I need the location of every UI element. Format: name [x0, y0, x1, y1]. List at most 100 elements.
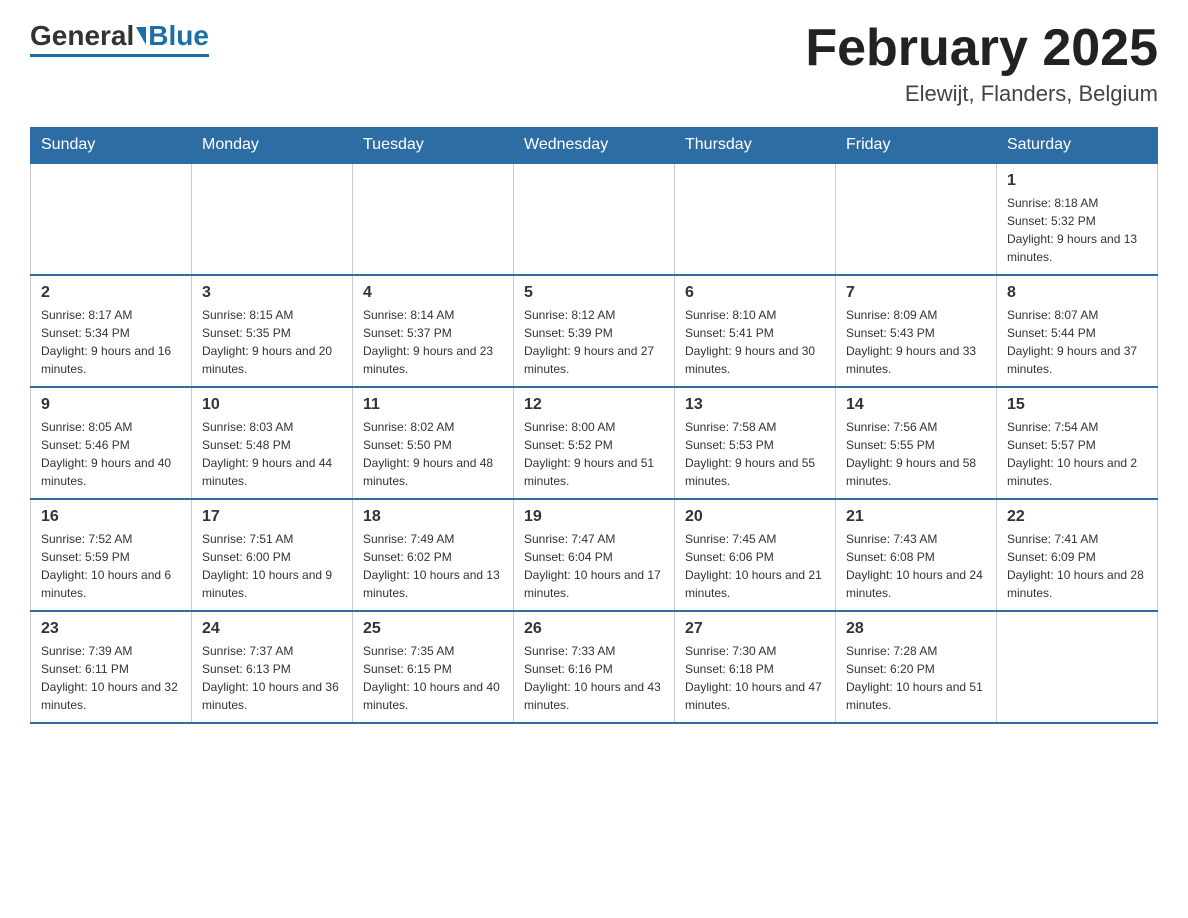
title-section: February 2025 Elewijt, Flanders, Belgium — [805, 20, 1158, 107]
day-number: 13 — [685, 396, 825, 414]
logo-blue-text: Blue — [148, 20, 209, 52]
calendar-day-header: Monday — [192, 128, 353, 164]
calendar-day-header: Sunday — [31, 128, 192, 164]
day-info: Sunrise: 8:18 AMSunset: 5:32 PMDaylight:… — [1007, 194, 1147, 266]
day-info: Sunrise: 8:10 AMSunset: 5:41 PMDaylight:… — [685, 306, 825, 378]
calendar-cell — [836, 163, 997, 275]
calendar-header-row: SundayMondayTuesdayWednesdayThursdayFrid… — [31, 128, 1158, 164]
day-info: Sunrise: 8:02 AMSunset: 5:50 PMDaylight:… — [363, 418, 503, 490]
day-number: 15 — [1007, 396, 1147, 414]
day-info: Sunrise: 7:35 AMSunset: 6:15 PMDaylight:… — [363, 642, 503, 714]
day-info: Sunrise: 7:47 AMSunset: 6:04 PMDaylight:… — [524, 530, 664, 602]
day-info: Sunrise: 7:37 AMSunset: 6:13 PMDaylight:… — [202, 642, 342, 714]
calendar-cell: 28 Sunrise: 7:28 AMSunset: 6:20 PMDayligh… — [836, 611, 997, 723]
day-info: Sunrise: 8:03 AMSunset: 5:48 PMDaylight:… — [202, 418, 342, 490]
day-info: Sunrise: 8:05 AMSunset: 5:46 PMDaylight:… — [41, 418, 181, 490]
calendar-cell: 19 Sunrise: 7:47 AMSunset: 6:04 PMDayligh… — [514, 499, 675, 611]
calendar-cell — [997, 611, 1158, 723]
calendar-cell: 2 Sunrise: 8:17 AMSunset: 5:34 PMDaylight… — [31, 275, 192, 387]
calendar-cell: 1Sunrise: 8:18 AMSunset: 5:32 PMDaylight… — [997, 163, 1158, 275]
calendar-cell: 11 Sunrise: 8:02 AMSunset: 5:50 PMDayligh… — [353, 387, 514, 499]
day-info: Sunrise: 8:17 AMSunset: 5:34 PMDaylight:… — [41, 306, 181, 378]
calendar-cell: 10 Sunrise: 8:03 AMSunset: 5:48 PMDayligh… — [192, 387, 353, 499]
day-info: Sunrise: 8:00 AMSunset: 5:52 PMDaylight:… — [524, 418, 664, 490]
day-number: 21 — [846, 508, 986, 526]
month-title: February 2025 — [805, 20, 1158, 77]
calendar-week-row: 9 Sunrise: 8:05 AMSunset: 5:46 PMDaylight… — [31, 387, 1158, 499]
day-number: 14 — [846, 396, 986, 414]
day-info: Sunrise: 7:43 AMSunset: 6:08 PMDaylight:… — [846, 530, 986, 602]
calendar-cell: 4Sunrise: 8:14 AMSunset: 5:37 PMDaylight… — [353, 275, 514, 387]
day-number: 12 — [524, 396, 664, 414]
calendar-cell: 17 Sunrise: 7:51 AMSunset: 6:00 PMDayligh… — [192, 499, 353, 611]
day-info: Sunrise: 8:15 AMSunset: 5:35 PMDaylight:… — [202, 306, 342, 378]
day-number: 23 — [41, 620, 181, 638]
day-info: Sunrise: 8:14 AMSunset: 5:37 PMDaylight:… — [363, 306, 503, 378]
calendar-cell: 14 Sunrise: 7:56 AMSunset: 5:55 PMDayligh… — [836, 387, 997, 499]
day-info: Sunrise: 7:52 AMSunset: 5:59 PMDaylight:… — [41, 530, 181, 602]
calendar-cell: 26 Sunrise: 7:33 AMSunset: 6:16 PMDayligh… — [514, 611, 675, 723]
day-number: 8 — [1007, 284, 1147, 302]
day-info: Sunrise: 7:30 AMSunset: 6:18 PMDaylight:… — [685, 642, 825, 714]
day-number: 28 — [846, 620, 986, 638]
day-info: Sunrise: 7:51 AMSunset: 6:00 PMDaylight:… — [202, 530, 342, 602]
day-info: Sunrise: 7:39 AMSunset: 6:11 PMDaylight:… — [41, 642, 181, 714]
day-info: Sunrise: 7:28 AMSunset: 6:20 PMDaylight:… — [846, 642, 986, 714]
calendar-cell — [353, 163, 514, 275]
calendar-cell: 7 Sunrise: 8:09 AMSunset: 5:43 PMDaylight… — [836, 275, 997, 387]
logo: General Blue — [30, 20, 209, 57]
logo-triangle-icon — [136, 27, 146, 45]
calendar-day-header: Thursday — [675, 128, 836, 164]
day-number: 25 — [363, 620, 503, 638]
day-number: 9 — [41, 396, 181, 414]
day-info: Sunrise: 7:45 AMSunset: 6:06 PMDaylight:… — [685, 530, 825, 602]
day-number: 11 — [363, 396, 503, 414]
calendar-cell — [514, 163, 675, 275]
day-number: 2 — [41, 284, 181, 302]
day-info: Sunrise: 8:09 AMSunset: 5:43 PMDaylight:… — [846, 306, 986, 378]
day-number: 7 — [846, 284, 986, 302]
day-info: Sunrise: 7:58 AMSunset: 5:53 PMDaylight:… — [685, 418, 825, 490]
calendar-cell: 5 Sunrise: 8:12 AMSunset: 5:39 PMDaylight… — [514, 275, 675, 387]
calendar-cell: 27Sunrise: 7:30 AMSunset: 6:18 PMDayligh… — [675, 611, 836, 723]
calendar-day-header: Saturday — [997, 128, 1158, 164]
day-number: 5 — [524, 284, 664, 302]
calendar-cell: 23 Sunrise: 7:39 AMSunset: 6:11 PMDayligh… — [31, 611, 192, 723]
calendar-cell: 12 Sunrise: 8:00 AMSunset: 5:52 PMDayligh… — [514, 387, 675, 499]
calendar-cell — [675, 163, 836, 275]
calendar-week-row: 2 Sunrise: 8:17 AMSunset: 5:34 PMDaylight… — [31, 275, 1158, 387]
logo-general-text: General — [30, 20, 134, 52]
calendar-cell: 20 Sunrise: 7:45 AMSunset: 6:06 PMDayligh… — [675, 499, 836, 611]
day-number: 24 — [202, 620, 342, 638]
day-number: 18 — [363, 508, 503, 526]
day-number: 3 — [202, 284, 342, 302]
day-info: Sunrise: 7:56 AMSunset: 5:55 PMDaylight:… — [846, 418, 986, 490]
day-number: 17 — [202, 508, 342, 526]
day-info: Sunrise: 8:07 AMSunset: 5:44 PMDaylight:… — [1007, 306, 1147, 378]
calendar-cell: 21 Sunrise: 7:43 AMSunset: 6:08 PMDayligh… — [836, 499, 997, 611]
calendar-cell: 16Sunrise: 7:52 AMSunset: 5:59 PMDayligh… — [31, 499, 192, 611]
day-number: 6 — [685, 284, 825, 302]
day-number: 26 — [524, 620, 664, 638]
calendar-day-header: Wednesday — [514, 128, 675, 164]
calendar-cell: 24 Sunrise: 7:37 AMSunset: 6:13 PMDayligh… — [192, 611, 353, 723]
calendar-day-header: Friday — [836, 128, 997, 164]
day-info: Sunrise: 7:49 AMSunset: 6:02 PMDaylight:… — [363, 530, 503, 602]
calendar-table: SundayMondayTuesdayWednesdayThursdayFrid… — [30, 127, 1158, 724]
day-info: Sunrise: 7:33 AMSunset: 6:16 PMDaylight:… — [524, 642, 664, 714]
calendar-cell: 6 Sunrise: 8:10 AMSunset: 5:41 PMDaylight… — [675, 275, 836, 387]
calendar-cell: 15 Sunrise: 7:54 AMSunset: 5:57 PMDayligh… — [997, 387, 1158, 499]
day-number: 10 — [202, 396, 342, 414]
calendar-day-header: Tuesday — [353, 128, 514, 164]
day-number: 20 — [685, 508, 825, 526]
calendar-cell: 8 Sunrise: 8:07 AMSunset: 5:44 PMDaylight… — [997, 275, 1158, 387]
page-header: General Blue February 2025 Elewijt, Flan… — [30, 20, 1158, 107]
day-info: Sunrise: 8:12 AMSunset: 5:39 PMDaylight:… — [524, 306, 664, 378]
day-number: 19 — [524, 508, 664, 526]
day-info: Sunrise: 7:41 AMSunset: 6:09 PMDaylight:… — [1007, 530, 1147, 602]
calendar-cell: 9 Sunrise: 8:05 AMSunset: 5:46 PMDaylight… — [31, 387, 192, 499]
day-info: Sunrise: 7:54 AMSunset: 5:57 PMDaylight:… — [1007, 418, 1147, 490]
calendar-cell: 22Sunrise: 7:41 AMSunset: 6:09 PMDayligh… — [997, 499, 1158, 611]
calendar-week-row: 23 Sunrise: 7:39 AMSunset: 6:11 PMDayligh… — [31, 611, 1158, 723]
calendar-cell: 18 Sunrise: 7:49 AMSunset: 6:02 PMDayligh… — [353, 499, 514, 611]
